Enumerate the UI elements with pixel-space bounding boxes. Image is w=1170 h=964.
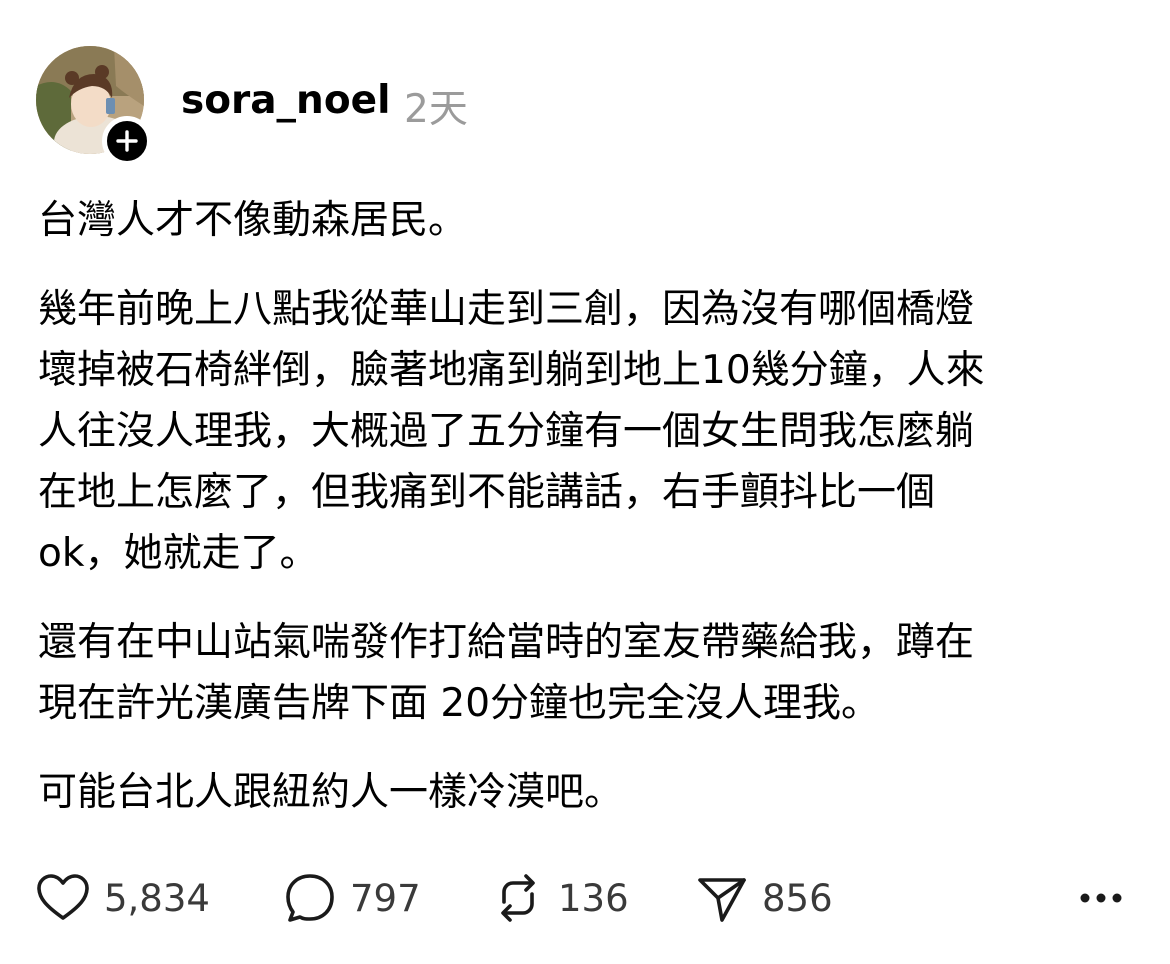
repost-count: 136 [558, 876, 629, 920]
repost-button[interactable]: 136 [492, 868, 629, 928]
like-count: 5,834 [104, 876, 210, 920]
heart-icon [37, 874, 89, 920]
post-paragraph: 還有在中山站氣喘發作打給當時的室友帶藥給我，蹲在 現在許光漢廣告牌下面 20分鐘… [38, 620, 975, 726]
post-timestamp: 2天 [404, 87, 468, 132]
like-button[interactable]: 5,834 [36, 868, 210, 928]
plus-icon [116, 130, 138, 152]
more-dots-icon [1080, 893, 1122, 903]
post-paragraph: 幾年前晚上八點我從華山走到三創，因為沒有哪個橋燈 壞掉被石椅絆倒，臉著地痛到躺到… [38, 287, 985, 576]
action-bar: 5,834 797 136 856 [36, 868, 1136, 928]
post-paragraph: 台灣人才不像動森居民。 [38, 198, 468, 243]
reply-button[interactable]: 797 [284, 868, 421, 928]
username[interactable]: sora_noel [181, 78, 390, 123]
follow-button[interactable] [102, 116, 152, 166]
repost-icon [501, 874, 535, 922]
post-text: 台灣人才不像動森居民。 幾年前晚上八點我從華山走到三創，因為沒有哪個橋燈 壞掉被… [38, 190, 1138, 851]
post-header: sora_noel 2天 [36, 46, 1136, 166]
reply-count: 797 [350, 876, 421, 920]
more-options-button[interactable] [1076, 878, 1126, 918]
comment-bubble-icon [286, 874, 334, 922]
share-button[interactable]: 856 [696, 868, 833, 928]
share-count: 856 [762, 876, 833, 920]
send-icon [698, 878, 746, 922]
post-paragraph: 可能台北人跟紐約人一樣冷漠吧。 [38, 770, 624, 815]
